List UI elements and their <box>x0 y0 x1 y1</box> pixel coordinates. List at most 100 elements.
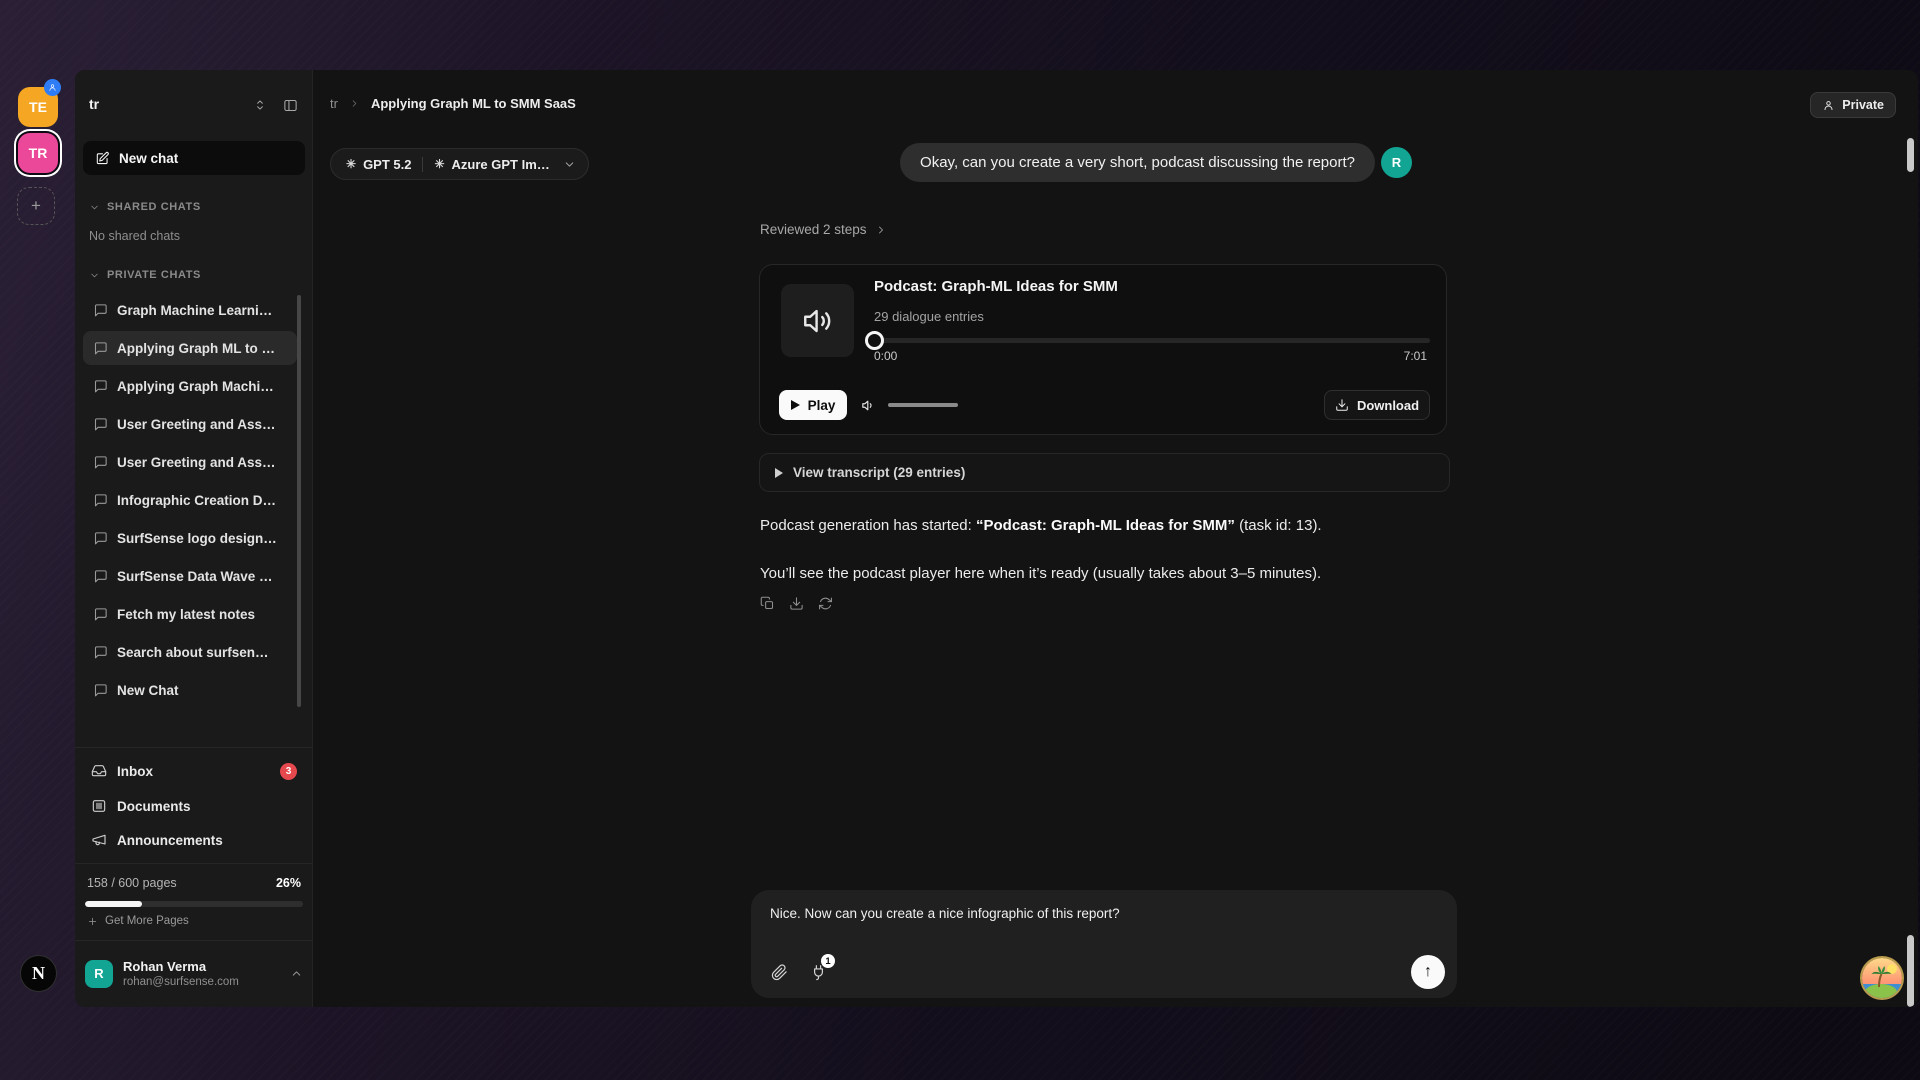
island-sticker[interactable] <box>1862 958 1902 998</box>
workspace-avatar-tr-selected[interactable]: TR <box>18 133 58 173</box>
chat-list-item[interactable]: User Greeting and Ass… <box>83 407 297 441</box>
chat-bubble-icon <box>93 607 108 622</box>
workspace-name[interactable]: tr <box>89 96 99 112</box>
visibility-private-button[interactable]: Private <box>1810 92 1896 118</box>
eta-message: You’ll see the podcast player here when … <box>760 565 1455 582</box>
copy-icon[interactable] <box>760 596 775 611</box>
speaker-icon <box>781 284 854 357</box>
user-avatar: R <box>1381 147 1412 178</box>
chat-list-item[interactable]: Search about surfsen… <box>83 635 297 669</box>
chat-list-item[interactable]: Graph Machine Learni… <box>83 293 297 327</box>
openai-logo-icon: ✳ <box>434 157 444 171</box>
chat-list-item[interactable]: SurfSense Data Wave … <box>83 559 297 593</box>
seek-slider-thumb[interactable] <box>865 331 884 350</box>
sidebar-item-announcements[interactable]: Announcements <box>83 826 305 854</box>
get-more-pages-button[interactable]: Get More Pages <box>87 915 189 927</box>
chat-bubble-icon <box>93 379 108 394</box>
connectors-count-badge: 1 <box>821 954 835 968</box>
chat-title: Search about surfsen… <box>117 645 269 660</box>
user-message-bubble: Okay, can you create a very short, podca… <box>900 143 1375 182</box>
play-button[interactable]: Play <box>779 390 847 420</box>
message-composer[interactable]: Nice. Now can you create a nice infograp… <box>751 890 1457 998</box>
chat-list-item[interactable]: User Greeting and Ass… <box>83 445 297 479</box>
chat-bubble-icon <box>93 645 108 660</box>
model-primary-label: GPT 5.2 <box>363 157 411 172</box>
chat-bubble-icon <box>93 531 108 546</box>
view-transcript-toggle[interactable]: View transcript (29 entries) <box>759 453 1450 492</box>
new-chat-label: New chat <box>119 151 178 166</box>
pages-usage-text: 158 / 600 pages <box>87 876 177 890</box>
seek-slider-track[interactable] <box>874 338 1430 343</box>
shared-chats-empty-text: No shared chats <box>89 229 180 243</box>
breadcrumb-chat-title: Applying Graph ML to SMM SaaS <box>371 96 576 111</box>
chevron-down-icon <box>561 158 584 171</box>
send-button[interactable]: ↑ <box>1411 955 1445 989</box>
sidebar-scrollbar[interactable] <box>297 295 301 707</box>
podcast-entries-count: 29 dialogue entries <box>874 309 984 324</box>
get-more-pages-label: Get More Pages <box>105 915 189 927</box>
play-icon <box>791 400 800 410</box>
model-selector[interactable]: ✳ GPT 5.2 ✳ Azure GPT Im… <box>330 148 589 180</box>
volume-slider[interactable] <box>888 403 958 407</box>
chat-list-item[interactable]: Applying Graph Machi… <box>83 369 297 403</box>
new-chat-button[interactable]: New chat <box>83 141 305 175</box>
profile-name: Rohan Verma <box>123 959 239 975</box>
shared-chats-section-header[interactable]: SHARED CHATS <box>89 201 201 213</box>
chat-title: New Chat <box>117 683 179 698</box>
chat-list-item[interactable]: Applying Graph ML to … <box>83 331 297 365</box>
attach-file-icon[interactable] <box>771 964 788 981</box>
view-transcript-label: View transcript (29 entries) <box>793 465 965 480</box>
volume-icon[interactable] <box>860 397 877 414</box>
pages-usage-percent: 26% <box>276 876 301 890</box>
play-label: Play <box>808 398 836 413</box>
divider <box>75 747 313 748</box>
inbox-unread-badge: 3 <box>280 763 297 780</box>
chat-list-item[interactable]: Fetch my latest notes <box>83 597 297 631</box>
private-label: Private <box>1842 98 1884 112</box>
chat-list-item[interactable]: Infographic Creation D… <box>83 483 297 517</box>
download-label: Download <box>1357 398 1419 413</box>
chevron-down-icon <box>89 270 100 281</box>
chat-title: User Greeting and Ass… <box>117 417 276 432</box>
breadcrumb-workspace[interactable]: tr <box>330 96 338 111</box>
documents-label: Documents <box>117 799 191 814</box>
inbox-label: Inbox <box>117 764 153 779</box>
app-logo[interactable]: N <box>20 955 57 992</box>
sidebar-item-documents[interactable]: Documents <box>83 792 305 820</box>
chevron-right-icon <box>349 98 360 109</box>
sidebar-item-inbox[interactable]: Inbox 3 <box>83 757 305 785</box>
triangle-right-icon <box>775 468 783 478</box>
chat-bubble-icon <box>93 493 108 508</box>
download-icon[interactable] <box>789 596 804 611</box>
openai-logo-icon: ✳ <box>346 157 356 171</box>
regenerate-icon[interactable] <box>818 596 833 611</box>
model-secondary[interactable]: ✳ Azure GPT Im… <box>423 157 560 172</box>
chat-bubble-icon <box>93 417 108 432</box>
add-workspace-button[interactable]: + <box>17 187 55 225</box>
chat-title: User Greeting and Ass… <box>117 455 276 470</box>
user-profile-menu[interactable]: R Rohan Verma rohan@surfsense.com <box>85 949 303 998</box>
status-message: Podcast generation has started: “Podcast… <box>760 517 1455 534</box>
model-primary[interactable]: ✳ GPT 5.2 <box>335 157 422 172</box>
main-scrollbar-bottom[interactable] <box>1907 935 1914 1007</box>
podcast-player-card: Podcast: Graph-ML Ideas for SMM 29 dialo… <box>759 264 1447 435</box>
connectors-icon[interactable]: 1 <box>810 964 827 981</box>
composer-input[interactable]: Nice. Now can you create a nice infograp… <box>770 906 1438 921</box>
chat-bubble-icon <box>93 683 108 698</box>
documents-icon <box>91 798 107 814</box>
chat-bubble-icon <box>93 303 108 318</box>
members-badge-icon <box>44 79 61 96</box>
announcements-label: Announcements <box>117 833 223 848</box>
main-scrollbar-thumb[interactable] <box>1907 138 1914 172</box>
plus-icon <box>87 916 98 927</box>
collapse-sidebar-icon[interactable] <box>283 98 298 113</box>
download-icon <box>1335 398 1349 412</box>
download-button[interactable]: Download <box>1324 390 1430 420</box>
chat-list: Graph Machine Learni… Applying Graph ML … <box>83 293 297 711</box>
private-chats-section-header[interactable]: PRIVATE CHATS <box>89 269 201 281</box>
message-actions <box>760 596 833 611</box>
reviewed-steps-toggle[interactable]: Reviewed 2 steps <box>760 222 887 237</box>
chat-list-item[interactable]: SurfSense logo design… <box>83 521 297 555</box>
workspace-switcher-icon[interactable] <box>253 98 267 112</box>
chat-list-item[interactable]: New Chat <box>83 673 297 707</box>
